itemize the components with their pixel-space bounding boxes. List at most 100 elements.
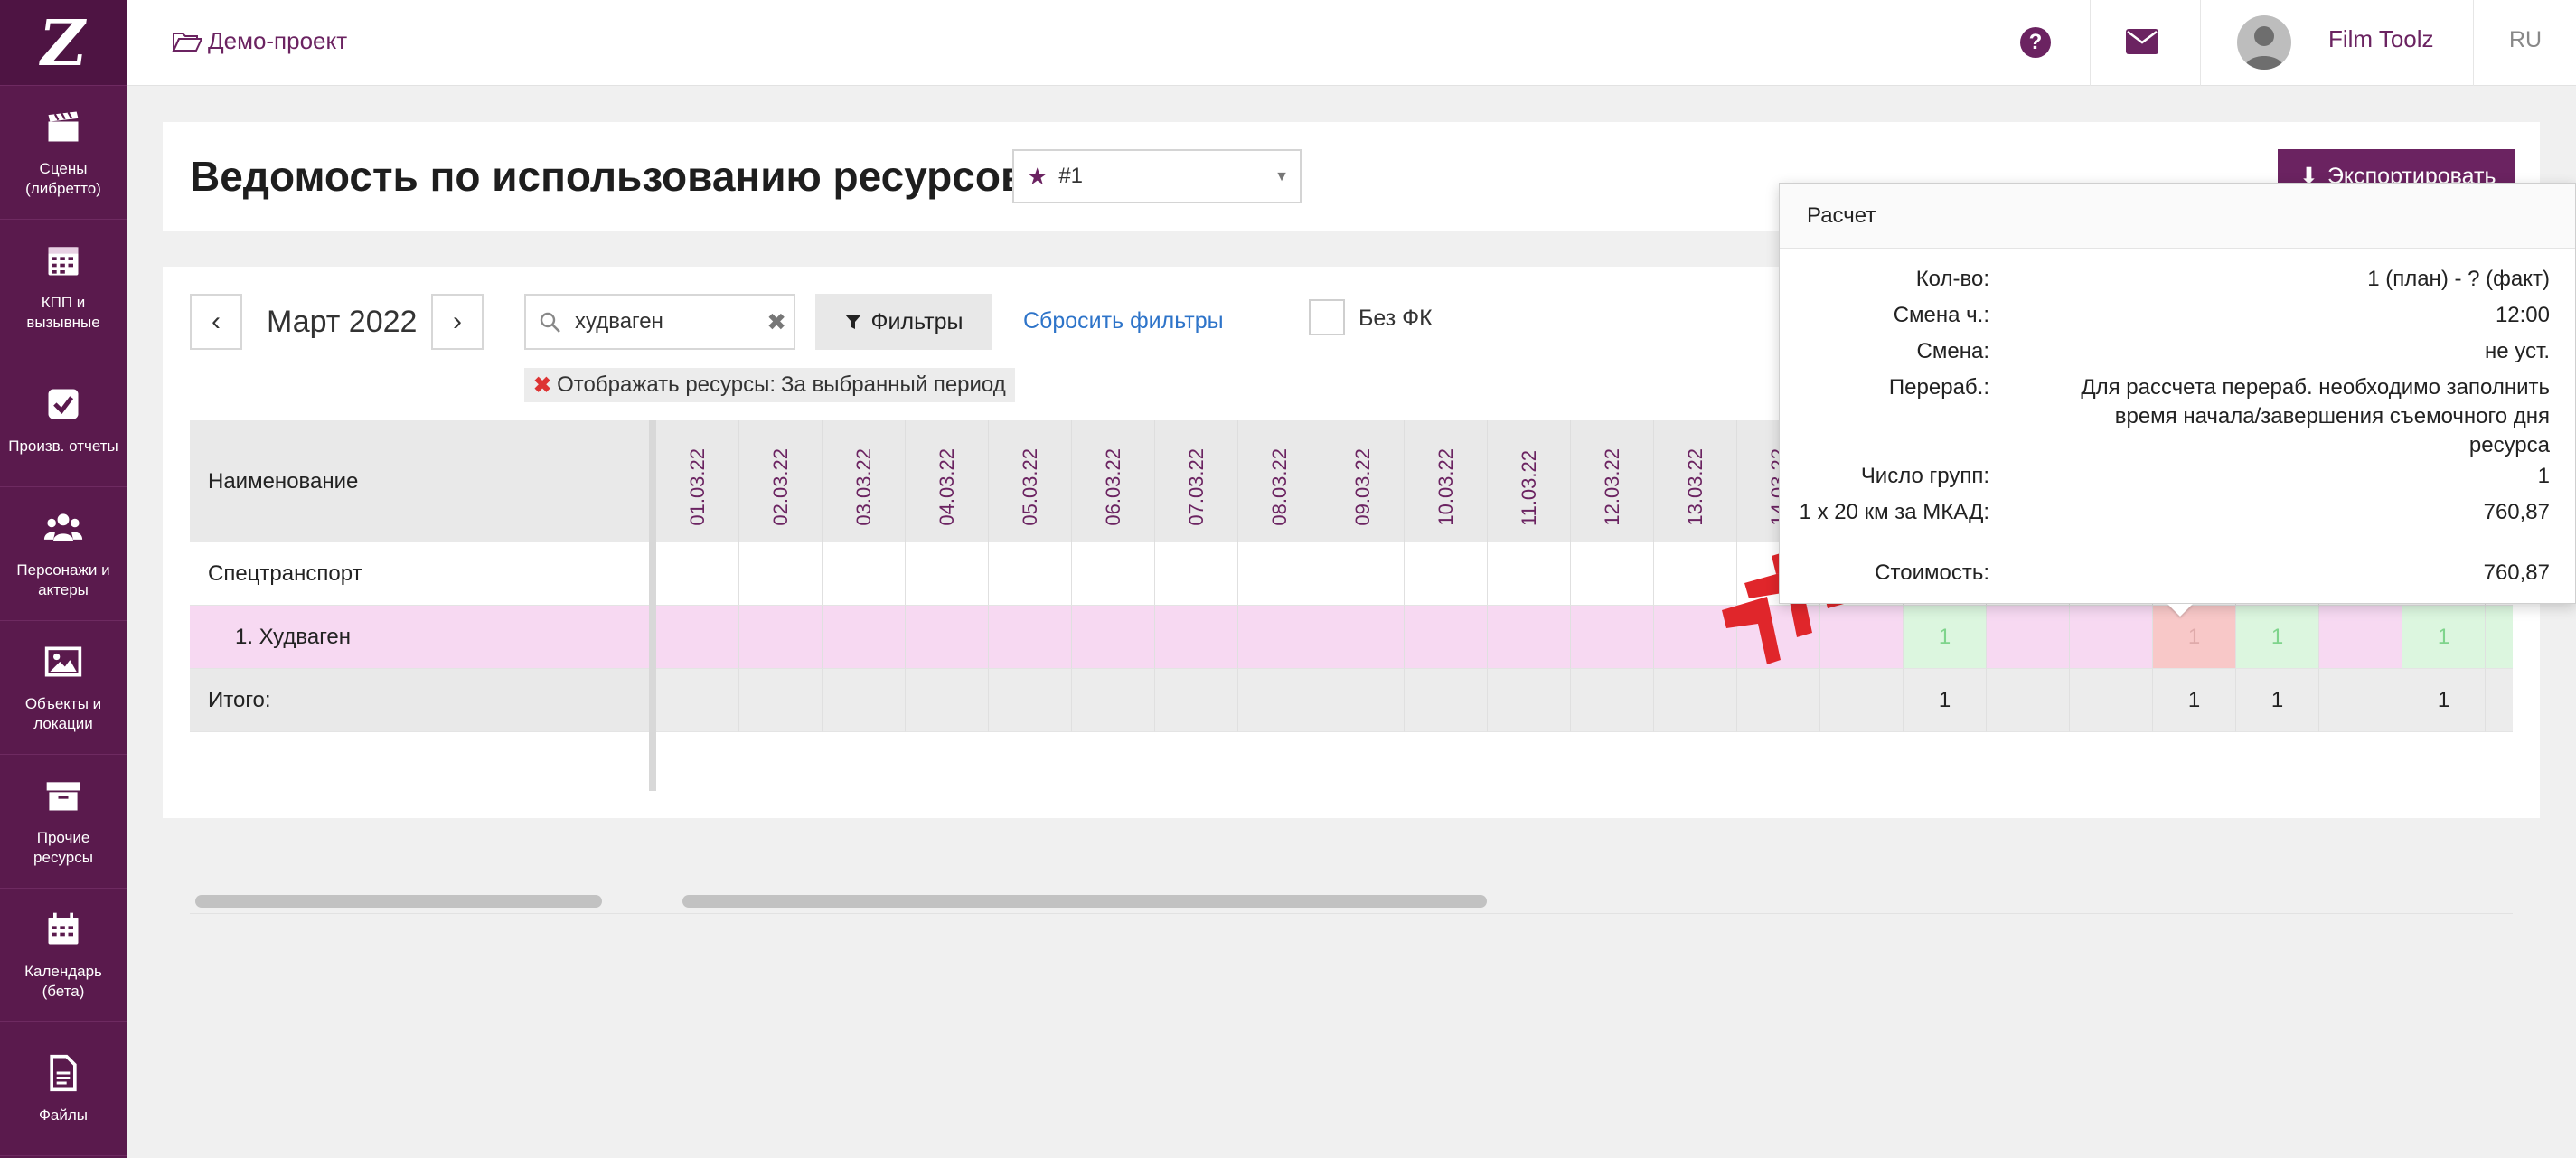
date-header[interactable]: 04.03.22	[906, 420, 989, 542]
resource-cell[interactable]	[1571, 606, 1654, 669]
total-cell	[1155, 669, 1238, 732]
total-cell	[906, 669, 989, 732]
resource-row[interactable]: 1. Худваген	[190, 606, 649, 669]
sidebar-item-label: КПП и вызывные	[26, 293, 100, 331]
sidebar-item-reports[interactable]: Произв. отчеты	[0, 353, 127, 487]
resource-cell[interactable]: 1	[2402, 606, 2486, 669]
total-cell	[1072, 669, 1155, 732]
user-name[interactable]: Film Toolz	[2328, 25, 2434, 53]
preset-value: #1	[1058, 164, 1084, 188]
total-cell: 1	[1904, 669, 1987, 732]
resource-cell[interactable]: 1	[2153, 606, 2236, 669]
resource-cell[interactable]	[1155, 606, 1238, 669]
total-cell	[989, 669, 1072, 732]
date-header[interactable]: 13.03.22	[1654, 420, 1737, 542]
sidebar-item-calendar[interactable]: Календарь (бета)	[0, 889, 127, 1022]
date-header[interactable]: 08.03.22	[1238, 420, 1321, 542]
language-switch[interactable]: RU	[2509, 27, 2542, 53]
total-cell	[1571, 669, 1654, 732]
date-header[interactable]: 10.03.22	[1405, 420, 1488, 542]
logo-letter: Z	[34, 5, 92, 80]
right-scrollbar[interactable]	[682, 895, 1487, 908]
filters-button[interactable]: Фильтры	[815, 294, 992, 350]
filters-label: Фильтры	[870, 308, 964, 334]
checkbox-icon	[48, 389, 79, 419]
date-label: 07.03.22	[1184, 448, 1208, 526]
project-link[interactable]: Демо-проект	[172, 27, 347, 55]
resource-cell[interactable]	[1072, 606, 1155, 669]
resource-cell[interactable]	[739, 606, 823, 669]
resource-cell[interactable]: 1	[2236, 606, 2319, 669]
resource-cell[interactable]	[656, 606, 739, 669]
avatar[interactable]	[2237, 15, 2291, 70]
resource-cell[interactable]	[2486, 606, 2513, 669]
clapperboard-icon	[48, 111, 79, 141]
date-header[interactable]: 07.03.22	[1155, 420, 1238, 542]
resource-cell[interactable]	[906, 606, 989, 669]
resource-cell[interactable]	[1405, 606, 1488, 669]
total-cell	[1488, 669, 1571, 732]
mail-icon[interactable]	[2126, 29, 2158, 54]
sidebar-item-kpp[interactable]: КПП и вызывные	[0, 220, 127, 353]
date-column: 03.03.22	[823, 420, 906, 732]
date-column: 09.03.22	[1321, 420, 1405, 732]
date-column: 06.03.22	[1072, 420, 1155, 732]
project-name: Демо-проект	[208, 27, 348, 54]
resource-cell[interactable]	[2319, 606, 2402, 669]
calculation-popover: Расчет Кол-во: 1 (план) - ? (факт) Смена …	[1779, 183, 2576, 604]
popover-key: 1 x 20 км за МКАД:	[1799, 500, 1989, 524]
sidebar-item-characters[interactable]: Персонажи и актеры	[0, 487, 127, 621]
divider	[2200, 0, 2201, 86]
no-fk-checkbox[interactable]	[1309, 299, 1345, 335]
date-header[interactable]: 05.03.22	[989, 420, 1072, 542]
popover-key: Перераб.:	[1888, 375, 1989, 400]
search-input[interactable]: худваген ✖	[524, 294, 795, 350]
clear-search-icon[interactable]: ✖	[766, 308, 786, 336]
date-header[interactable]: 02.03.22	[739, 420, 823, 542]
category-cell	[1072, 542, 1155, 606]
popover-value: 760,87	[2483, 500, 2550, 524]
date-column: 05.03.22	[989, 420, 1072, 732]
sidebar-item-resources[interactable]: Прочие ресурсы	[0, 755, 127, 889]
date-label: 09.03.22	[1350, 448, 1374, 526]
left-scrollbar[interactable]	[195, 895, 602, 908]
category-row: Спецтранспорт	[190, 542, 649, 606]
date-header[interactable]: 12.03.22	[1571, 420, 1654, 542]
next-month-button[interactable]: ›	[431, 294, 484, 350]
resource-cell[interactable]	[1238, 606, 1321, 669]
remove-filter-icon[interactable]: ✖	[533, 372, 551, 399]
resource-cell[interactable]: 1	[1904, 606, 1987, 669]
resource-cell[interactable]	[823, 606, 906, 669]
date-header[interactable]: 03.03.22	[823, 420, 906, 542]
date-header[interactable]: 06.03.22	[1072, 420, 1155, 542]
resource-cell[interactable]	[989, 606, 1072, 669]
sidebar-item-scenes[interactable]: Сцены (либретто)	[0, 86, 127, 220]
sidebar-item-locations[interactable]: Объекты и локации	[0, 621, 127, 755]
preset-select[interactable]: ★ #1 ▼	[1012, 149, 1302, 203]
total-row: Итого:	[190, 669, 649, 732]
prev-month-button[interactable]: ‹	[190, 294, 242, 350]
date-header[interactable]: 09.03.22	[1321, 420, 1405, 542]
resource-cell[interactable]	[2070, 606, 2153, 669]
divider	[2090, 0, 2091, 86]
sidebar-item-label: Календарь (бета)	[24, 962, 102, 1000]
resource-cell[interactable]	[1987, 606, 2070, 669]
date-header[interactable]: 11.03.22	[1488, 420, 1571, 542]
sidebar-item-files[interactable]: Файлы	[0, 1022, 127, 1156]
column-splitter[interactable]	[649, 420, 656, 791]
date-header[interactable]: 01.03.22	[656, 420, 739, 542]
popover-key: Кол-во:	[1915, 267, 1989, 291]
total-cell: 1	[2153, 669, 2236, 732]
people-icon	[43, 513, 83, 541]
sidebar-item-label: Прочие ресурсы	[33, 828, 93, 866]
total-cell	[2319, 669, 2402, 732]
help-icon[interactable]: ?	[2020, 27, 2051, 58]
resource-cell[interactable]	[1488, 606, 1571, 669]
resource-cell[interactable]	[1321, 606, 1405, 669]
date-label: 03.03.22	[851, 448, 875, 526]
reset-filters-link[interactable]: Сбросить фильтры	[1023, 308, 1224, 334]
total-cell	[1238, 669, 1321, 732]
total-cell	[2070, 669, 2153, 732]
date-label: 12.03.22	[1600, 448, 1623, 526]
app-logo[interactable]: Z	[0, 0, 127, 86]
